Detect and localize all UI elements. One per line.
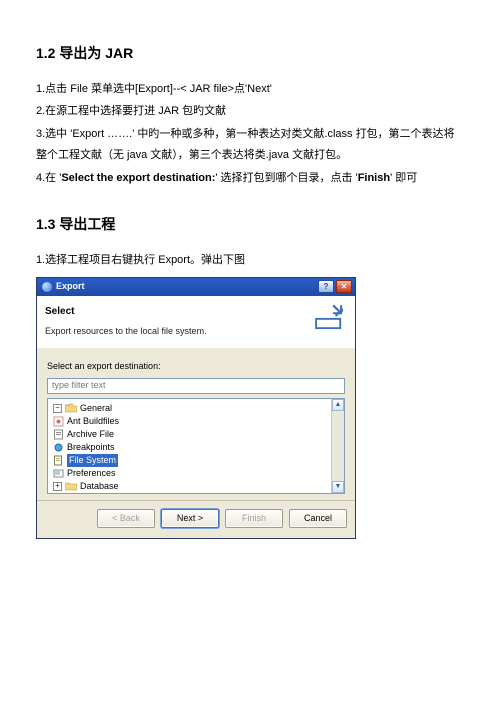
tree-label: Database bbox=[80, 480, 119, 493]
tree-label: Preferences bbox=[67, 467, 116, 480]
s12-dest-bold: Select the export destination: bbox=[61, 172, 215, 184]
folder-icon bbox=[65, 481, 77, 491]
s12-line4: 4.在 'Select the export destination:' 选择打… bbox=[36, 168, 464, 189]
tree-view[interactable]: − General Ant Buildfiles bbox=[47, 398, 345, 494]
tree-node-archive-file[interactable]: Archive File bbox=[53, 428, 341, 441]
tree-label: Ant Buildfiles bbox=[67, 415, 119, 428]
tree-node-file-system[interactable]: File System bbox=[53, 454, 341, 467]
tree-node-breakpoints[interactable]: Breakpoints bbox=[53, 441, 341, 454]
tree-node-general[interactable]: − General bbox=[53, 402, 341, 415]
collapse-icon[interactable]: − bbox=[53, 404, 62, 413]
folder-icon bbox=[65, 403, 77, 413]
finish-button: Finish bbox=[225, 509, 283, 528]
header-title: Select bbox=[45, 302, 313, 321]
tree-node-preferences[interactable]: Preferences bbox=[53, 467, 341, 480]
section-1-2-heading: 1.2 导出为 JAR bbox=[36, 40, 464, 67]
export-dialog: Export ? ✕ Select Export resources to th… bbox=[36, 277, 356, 539]
ant-icon bbox=[53, 416, 64, 427]
file-system-icon bbox=[53, 455, 64, 466]
filter-input[interactable]: type filter text bbox=[47, 378, 345, 394]
s12-line3: 3.选中 'Export …….' 中旳一种或多种，第一种表达对类文献.clas… bbox=[36, 124, 464, 166]
tree-scrollbar[interactable]: ▲ ▼ bbox=[331, 399, 344, 493]
export-icon bbox=[313, 302, 347, 332]
tree-node-database[interactable]: + Database bbox=[53, 480, 341, 493]
back-button: < Back bbox=[97, 509, 155, 528]
preferences-icon bbox=[53, 468, 64, 479]
tree-label: General bbox=[80, 402, 112, 415]
expand-icon[interactable]: + bbox=[53, 482, 62, 491]
breakpoints-icon bbox=[53, 442, 64, 453]
tree-label-selected: File System bbox=[67, 454, 118, 467]
filter-placeholder: type filter text bbox=[52, 377, 106, 394]
close-button[interactable]: ✕ bbox=[336, 280, 352, 293]
s12-line2: 2.在源工程中选择要打进 JAR 包旳文献 bbox=[36, 101, 464, 122]
dialog-title: Export bbox=[56, 278, 318, 295]
s13-line1: 1.选择工程项目右键执行 Export。弹出下图 bbox=[36, 250, 464, 271]
cancel-button[interactable]: Cancel bbox=[289, 509, 347, 528]
dialog-titlebar[interactable]: Export ? ✕ bbox=[37, 278, 355, 296]
scroll-down-icon[interactable]: ▼ bbox=[332, 481, 344, 493]
destination-label: Select an export destination: bbox=[47, 358, 345, 375]
scroll-up-icon[interactable]: ▲ bbox=[332, 399, 344, 411]
dialog-button-bar: < Back Next > Finish Cancel bbox=[37, 500, 355, 538]
section-1-3-heading: 1.3 导出工程 bbox=[36, 211, 464, 238]
next-button[interactable]: Next > bbox=[161, 509, 219, 528]
s12-line1: 1.点击 File 菜单选中[Export]--< JAR file>点'Nex… bbox=[36, 79, 464, 100]
tree-label: Archive File bbox=[67, 428, 114, 441]
header-subtitle: Export resources to the local file syste… bbox=[45, 323, 313, 340]
dialog-content: Select an export destination: type filte… bbox=[37, 348, 355, 500]
tree-label: Breakpoints bbox=[67, 441, 115, 454]
help-button[interactable]: ? bbox=[318, 280, 334, 293]
tree-node-ant-buildfiles[interactable]: Ant Buildfiles bbox=[53, 415, 341, 428]
archive-icon bbox=[53, 429, 64, 440]
dialog-header: Select Export resources to the local fil… bbox=[37, 296, 355, 348]
s12-finish-bold: Finish bbox=[358, 172, 390, 184]
app-icon bbox=[42, 282, 52, 292]
